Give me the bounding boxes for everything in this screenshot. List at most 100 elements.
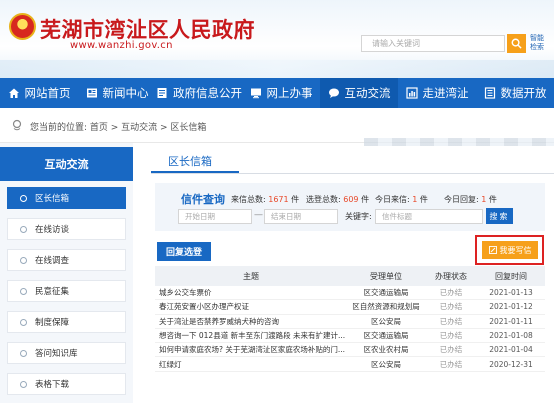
national-emblem-icon [9,13,36,40]
row-reply-time: 2021-01-13 [489,288,533,298]
row-department: 区公安局 [371,316,401,326]
row-department: 区交通运输局 [363,288,409,298]
news-icon [86,88,97,98]
sidebar-item-label: 制度保障 [35,318,70,328]
stat-today-received: 今日来信: 1 件 [375,195,428,204]
table-row[interactable]: 春江苑安置小区办理产权证 区自然资源和规划局 已办结 2021-01-12 [155,300,545,315]
sidebar-item-label: 表格下载 [35,380,70,390]
row-reply-time: 2020-12-31 [489,359,533,369]
sidebar-item-faq[interactable]: 答问知识库 [7,342,126,364]
data-icon [484,87,495,99]
reply-selected-button[interactable]: 回复选登 [157,242,211,261]
stat-selected: 选登总数: 609 件 [306,195,370,204]
table-header: 主题 受理单位 办理状态 回复时间 [155,266,545,286]
sidebar-item-mayor-mailbox[interactable]: 区长信箱 [7,187,126,209]
nav-open-data[interactable]: 数据开放 [476,78,554,108]
nav-label: 走进湾沚 [422,86,469,100]
table-row[interactable]: 想咨询一下 012县道 新丰至东门渡路段 未来有扩建计... 区交通运输局 已办… [155,329,545,344]
query-title: 信件查询 [181,193,225,206]
site-url: www.wanzhi.gov.cn [70,40,173,51]
nav-label: 新闻中心 [102,86,149,100]
row-department: 区公安局 [371,359,401,369]
tab-mayor-mailbox[interactable]: 区长信箱 [168,153,212,169]
chat-icon [328,88,339,98]
date-separator: — [254,210,263,220]
sidebar: 互动交流 区长信箱 在线访谈 在线调查 民意征集 制度保障 答问知识库 表格下载 [0,143,133,403]
row-reply-time: 2021-01-04 [489,345,533,355]
row-department: 区农业农村局 [363,345,409,355]
breadcrumb-text[interactable]: 您当前的位置: 首页 > 互动交流 > 区长信箱 [30,120,206,133]
document-icon [157,88,167,98]
nav-news[interactable]: 新闻中心 [78,78,156,108]
row-subject[interactable]: 如何申请家庭农场? 关于芜湖湾沚区家庭农场补贴的门... [155,344,347,355]
nav-home[interactable]: 网站首页 [0,78,78,108]
search-button[interactable] [507,34,526,53]
bullet-icon [20,195,27,202]
sidebar-item-label: 答问知识库 [35,349,78,359]
nav-interaction[interactable]: 互动交流 [320,78,398,108]
row-subject[interactable]: 想咨询一下 012县道 新丰至东门渡路段 未来有扩建计... [155,330,347,341]
search-icon [511,38,522,49]
sidebar-item-form-download[interactable]: 表格下载 [7,373,126,395]
edit-icon [488,246,497,254]
table-row[interactable]: 如何申请家庭农场? 关于芜湖湾沚区家庭农场补贴的门... 区农业农村局 已办结 … [155,343,545,358]
content-tabbar: 区长信箱 [151,143,554,174]
table-row[interactable]: 城乡公交车票价 区交通运输局 已办结 2021-01-13 [155,286,545,301]
sidebar-item-label: 在线调查 [35,256,70,266]
row-status: 已办结 [439,359,463,369]
nav-label: 政府信息公开 [173,86,242,100]
bullet-icon [20,288,27,295]
query-search-button[interactable]: 搜索 [486,208,513,224]
sidebar-item-label: 民意征集 [35,287,70,297]
stat-today-reply: 今日回复: 1 件 [444,195,497,204]
row-status: 已办结 [439,345,463,355]
nav-about[interactable]: 走进湾沚 [398,78,476,108]
location-icon [12,119,22,131]
keyword-input[interactable]: 信件标题 [375,209,483,224]
write-letter-label: 我要写信 [499,245,532,255]
nav-label: 数据开放 [500,86,547,100]
table-row[interactable]: 关于湾沚是否禁养罗威纳犬种的咨询 区公安局 已办结 2021-01-11 [155,315,545,329]
row-reply-time: 2021-01-08 [489,331,533,341]
search-input[interactable]: 请输入关键词 [361,35,505,52]
sidebar-item-online-survey[interactable]: 在线调查 [7,249,126,271]
nav-label: 网上办事 [266,86,313,100]
row-subject[interactable]: 关于湾沚是否禁养罗威纳犬种的咨询 [155,316,347,327]
sidebar-item-public-opinion[interactable]: 民意征集 [7,280,126,302]
row-status: 已办结 [439,316,463,326]
home-icon [8,88,19,98]
row-reply-time: 2021-01-11 [489,316,533,326]
header-status: 办理状态 [435,271,467,281]
header-reply-time: 回复时间 [495,271,527,281]
end-date-input[interactable]: 结束日期 [264,209,338,224]
sidebar-item-regulations[interactable]: 制度保障 [7,311,126,333]
sidebar-item-label: 在线访谈 [35,225,70,235]
table-row[interactable]: 红绿灯 区公安局 已办结 2020-12-31 [155,357,545,372]
row-status: 已办结 [439,288,463,298]
row-status: 已办结 [439,331,463,341]
row-subject[interactable]: 红绿灯 [155,359,347,370]
row-reply-time: 2021-01-12 [489,302,533,312]
chart-icon [405,87,418,99]
sidebar-item-label: 区长信箱 [35,194,70,204]
write-letter-highlight: 我要写信 [475,235,544,265]
sidebar-item-online-interview[interactable]: 在线访谈 [7,218,126,240]
start-date-input[interactable]: 开始日期 [178,209,252,224]
site-header: 芜湖市湾沚区人民政府 www.wanzhi.gov.cn 请输入关键词 智能检索 [0,0,554,78]
main-nav: 网站首页 新闻中心 政府信息公开 网上办事 互动交流 走进湾沚 数据开放 [0,78,554,108]
write-letter-button[interactable]: 我要写信 [482,241,538,259]
sidebar-title: 互动交流 [0,147,133,181]
breadcrumb: 您当前的位置: 首页 > 互动交流 > 区长信箱 [0,108,554,146]
row-department: 区自然资源和规划局 [352,302,420,312]
nav-label: 互动交流 [344,86,391,100]
nav-online-service[interactable]: 网上办事 [242,78,320,108]
letters-table: 主题 受理单位 办理状态 回复时间 城乡公交车票价 区交通运输局 已办结 202… [155,266,545,372]
bullet-icon [20,381,27,388]
row-subject[interactable]: 城乡公交车票价 [155,287,347,298]
nav-gov-info[interactable]: 政府信息公开 [156,78,242,108]
row-subject[interactable]: 春江苑安置小区办理产权证 [155,301,347,312]
bullet-icon [20,350,27,357]
bullet-icon [20,257,27,264]
smart-search-link[interactable]: 智能检索 [530,34,548,52]
row-status: 已办结 [439,302,463,312]
